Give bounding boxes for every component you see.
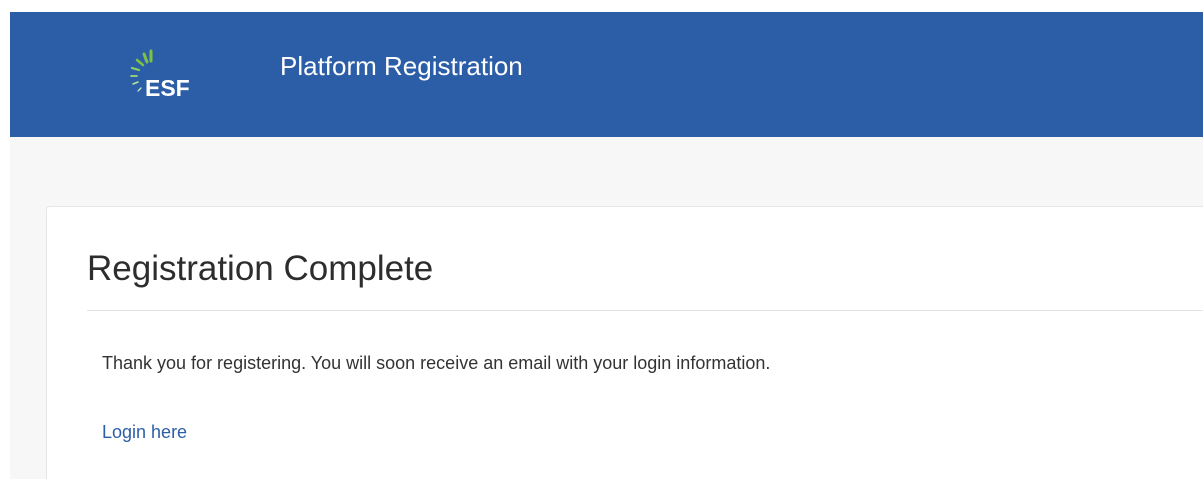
card-divider [87, 310, 1203, 311]
page-header-title: Platform Registration [280, 51, 523, 81]
login-link[interactable]: Login here [102, 420, 187, 444]
confirmation-message: Thank you for registering. You will soon… [102, 353, 771, 373]
top-strip [0, 0, 1203, 12]
esf-logo[interactable]: ESF [128, 48, 218, 118]
registration-complete-card: Registration Complete Thank you for regi… [46, 206, 1203, 479]
left-gutter [0, 0, 10, 479]
card-title: Registration Complete [87, 249, 434, 288]
app-header: ESF Platform Registration [10, 12, 1203, 137]
logo-text: ESF [145, 75, 190, 101]
